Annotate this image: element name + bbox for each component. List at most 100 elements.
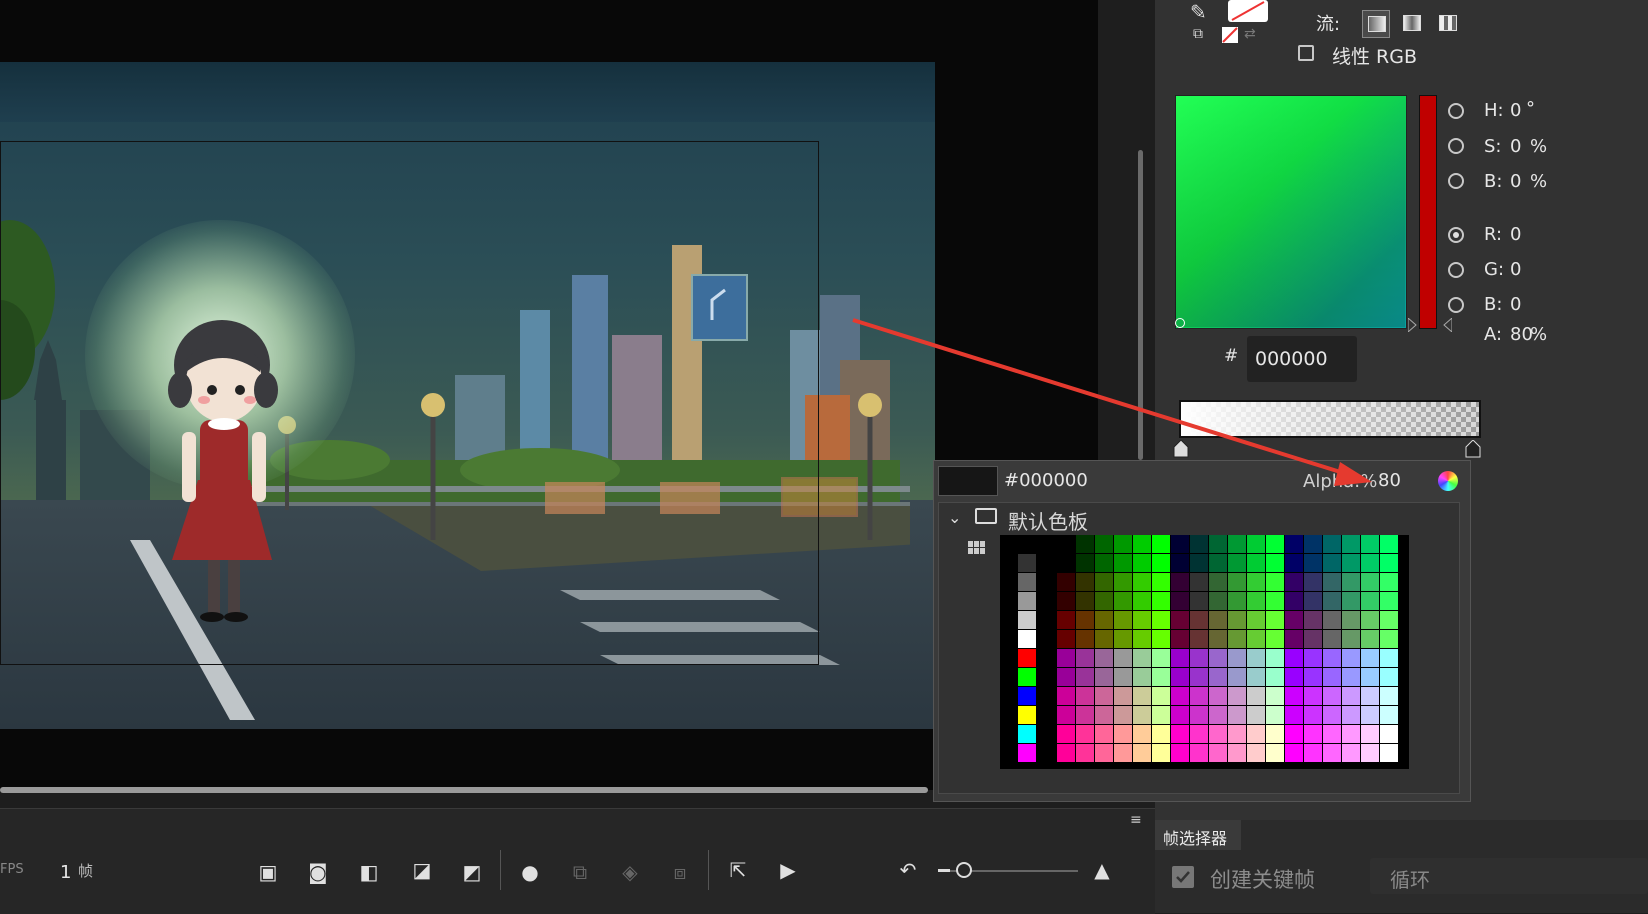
swatch[interactable] bbox=[1057, 668, 1075, 686]
swatch[interactable] bbox=[1285, 535, 1303, 553]
swatch[interactable] bbox=[1209, 630, 1227, 648]
swatch[interactable] bbox=[1342, 725, 1360, 743]
swatch[interactable] bbox=[1247, 649, 1265, 667]
swatch[interactable] bbox=[1361, 649, 1379, 667]
swatch[interactable] bbox=[1018, 592, 1036, 610]
swatch[interactable] bbox=[1171, 535, 1189, 553]
swatch[interactable] bbox=[1057, 725, 1075, 743]
swatch-folder-label[interactable]: 默认色板 bbox=[1008, 506, 1088, 535]
swatch[interactable] bbox=[1152, 535, 1170, 553]
swatch[interactable] bbox=[1266, 573, 1284, 591]
swatch[interactable] bbox=[1076, 687, 1094, 705]
swatch[interactable] bbox=[1380, 535, 1398, 553]
swatch[interactable] bbox=[1018, 611, 1036, 629]
swatch[interactable] bbox=[1114, 706, 1132, 724]
swatch[interactable] bbox=[1209, 592, 1227, 610]
swatch[interactable] bbox=[1095, 744, 1113, 762]
swatch[interactable] bbox=[1114, 573, 1132, 591]
swatch[interactable] bbox=[1285, 668, 1303, 686]
tween-icon[interactable]: ◈ bbox=[618, 860, 642, 884]
swatch[interactable] bbox=[1342, 535, 1360, 553]
swatch[interactable] bbox=[1323, 573, 1341, 591]
s-value[interactable]: 0 bbox=[1510, 136, 1521, 157]
swatch[interactable] bbox=[1342, 668, 1360, 686]
swatch[interactable] bbox=[1076, 725, 1094, 743]
swatch[interactable] bbox=[1133, 687, 1151, 705]
swatch[interactable] bbox=[1380, 668, 1398, 686]
swatch[interactable] bbox=[1152, 554, 1170, 572]
swatch[interactable] bbox=[1209, 649, 1227, 667]
swatch[interactable] bbox=[1361, 592, 1379, 610]
swatch[interactable] bbox=[1304, 611, 1322, 629]
swatch[interactable] bbox=[1190, 592, 1208, 610]
gradient-alpha-bar[interactable] bbox=[1179, 400, 1481, 438]
swatch[interactable] bbox=[1304, 668, 1322, 686]
swatch[interactable] bbox=[1076, 535, 1094, 553]
swatch[interactable] bbox=[1171, 611, 1189, 629]
swatch[interactable] bbox=[1361, 573, 1379, 591]
swatch[interactable] bbox=[1228, 706, 1246, 724]
swatch[interactable] bbox=[1285, 687, 1303, 705]
popup-alpha-value[interactable]: 80 bbox=[1378, 470, 1401, 491]
zoom-out-icon[interactable] bbox=[938, 869, 950, 872]
swatch[interactable] bbox=[1114, 554, 1132, 572]
swatch[interactable] bbox=[1171, 554, 1189, 572]
flow-extend-button[interactable] bbox=[1362, 10, 1390, 38]
popup-hex-value[interactable]: #000000 bbox=[1004, 470, 1088, 491]
swatch[interactable] bbox=[1247, 611, 1265, 629]
auto-keyframe-icon[interactable]: ◪ bbox=[410, 858, 434, 882]
no-color-icon[interactable] bbox=[1222, 27, 1238, 43]
b2-radio[interactable] bbox=[1448, 297, 1464, 313]
swatch[interactable] bbox=[1133, 592, 1151, 610]
swatch[interactable] bbox=[1018, 630, 1036, 648]
swatch[interactable] bbox=[1323, 554, 1341, 572]
swatch[interactable] bbox=[1247, 554, 1265, 572]
swatch[interactable] bbox=[1361, 554, 1379, 572]
swap-icon[interactable]: ⇄ bbox=[1244, 26, 1264, 44]
swatch[interactable] bbox=[1095, 554, 1113, 572]
swatch[interactable] bbox=[1095, 573, 1113, 591]
swatch[interactable] bbox=[1323, 706, 1341, 724]
swatch[interactable] bbox=[1209, 554, 1227, 572]
swatch[interactable] bbox=[1190, 630, 1208, 648]
swatch[interactable] bbox=[1209, 611, 1227, 629]
swatch[interactable] bbox=[1304, 687, 1322, 705]
vertical-scrollbar[interactable] bbox=[1138, 150, 1143, 460]
undo-icon[interactable]: ↶ bbox=[896, 858, 920, 882]
swatch[interactable] bbox=[1342, 630, 1360, 648]
swatch[interactable] bbox=[1076, 592, 1094, 610]
gradient-stop-left[interactable] bbox=[1172, 440, 1190, 458]
swatch[interactable] bbox=[1133, 573, 1151, 591]
swatch[interactable] bbox=[1361, 630, 1379, 648]
swatch[interactable] bbox=[1247, 725, 1265, 743]
loop-select[interactable]: 循环 bbox=[1370, 858, 1648, 894]
swatch[interactable] bbox=[1133, 611, 1151, 629]
swatch[interactable] bbox=[1304, 706, 1322, 724]
swatch[interactable] bbox=[1228, 535, 1246, 553]
export-icon[interactable]: ⇱ bbox=[726, 858, 750, 882]
swatch[interactable] bbox=[1018, 725, 1036, 743]
swatch[interactable] bbox=[1057, 573, 1075, 591]
swatch[interactable] bbox=[1057, 554, 1075, 572]
swatch-grid-icon[interactable] bbox=[968, 540, 986, 554]
s-radio[interactable] bbox=[1448, 138, 1464, 154]
swatch[interactable] bbox=[1285, 611, 1303, 629]
swatch[interactable] bbox=[1114, 668, 1132, 686]
swatch[interactable] bbox=[1114, 725, 1132, 743]
swatch[interactable] bbox=[1190, 554, 1208, 572]
swatch[interactable] bbox=[1133, 630, 1151, 648]
spectrum-picker-handle[interactable] bbox=[1175, 318, 1185, 328]
swatch[interactable] bbox=[1171, 630, 1189, 648]
swatch[interactable] bbox=[1152, 706, 1170, 724]
flow-repeat-button[interactable] bbox=[1436, 12, 1458, 34]
swatch[interactable] bbox=[1380, 554, 1398, 572]
swatch[interactable] bbox=[1380, 649, 1398, 667]
h-radio[interactable] bbox=[1448, 103, 1464, 119]
swatch[interactable] bbox=[1209, 744, 1227, 762]
swatch[interactable] bbox=[1228, 649, 1246, 667]
swatch[interactable] bbox=[1247, 744, 1265, 762]
insert-blank-keyframe-icon[interactable]: ◙ bbox=[306, 860, 330, 884]
swatch[interactable] bbox=[1228, 668, 1246, 686]
swatch[interactable] bbox=[1209, 573, 1227, 591]
mountains-icon[interactable]: ▲ bbox=[1090, 858, 1114, 882]
